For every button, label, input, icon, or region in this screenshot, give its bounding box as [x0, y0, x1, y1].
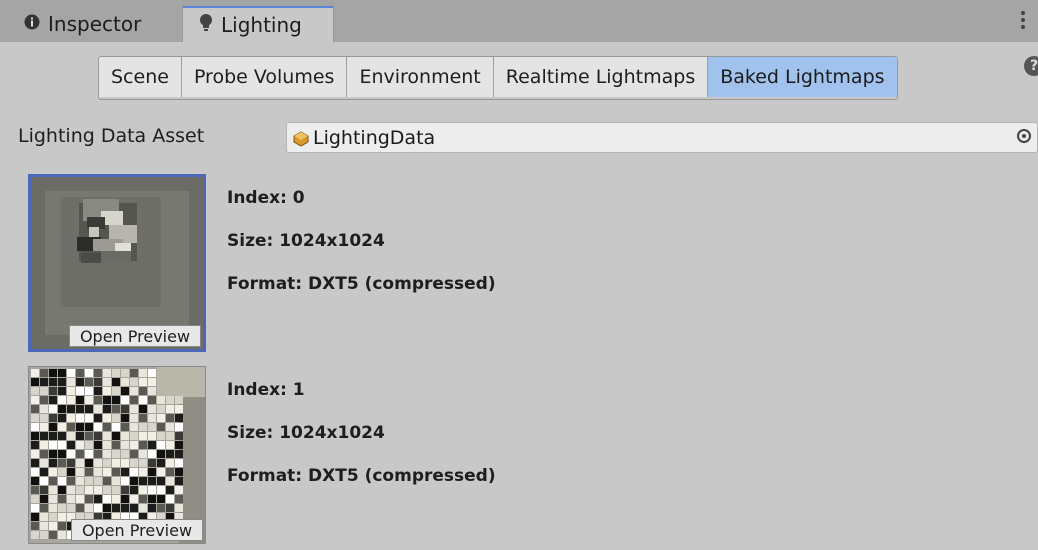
lightmap-thumbnail-0[interactable]: Open Preview [28, 174, 206, 352]
lighting-data-asset-value: LightingData [313, 126, 436, 149]
lightmap-image-1 [29, 367, 205, 543]
tab-lighting-label: Lighting [221, 13, 302, 37]
lightmap-size-1: Size: 1024x1024 [227, 423, 385, 443]
lightbulb-icon [199, 14, 213, 36]
lightmap-format-0: Format: DXT5 (compressed) [227, 274, 496, 294]
environment-button[interactable]: Environment [347, 57, 494, 97]
open-preview-button-1[interactable]: Open Preview [71, 519, 203, 541]
lighting-data-asset-field[interactable]: LightingData [286, 122, 1038, 153]
lightmap-image-0 [31, 177, 203, 349]
tab-lighting[interactable]: Lighting [182, 6, 334, 42]
tab-inspector-label: Inspector [48, 12, 142, 36]
lightmap-format-1: Format: DXT5 (compressed) [227, 466, 496, 486]
lightmap-thumbnail-1[interactable]: Open Preview [28, 366, 206, 544]
open-preview-button-0[interactable]: Open Preview [69, 325, 201, 347]
object-picker-icon[interactable] [1017, 129, 1031, 143]
lightmap-index-0: Index: 0 [227, 188, 305, 208]
window-tab-bar: Inspector Lighting [0, 0, 1038, 42]
help-icon[interactable]: ? [1024, 56, 1038, 78]
probe-volumes-button[interactable]: Probe Volumes [181, 57, 348, 97]
tab-inspector[interactable]: Inspector [10, 6, 180, 42]
scene-button[interactable]: Scene [99, 57, 182, 97]
lightmap-index-1: Index: 1 [227, 380, 305, 400]
lighting-mode-toolbar: Scene Probe Volumes Environment Realtime… [98, 56, 898, 100]
realtime-lightmaps-button[interactable]: Realtime Lightmaps [493, 57, 709, 97]
asset-icon [293, 130, 309, 147]
more-menu-icon[interactable] [1020, 8, 1026, 32]
info-icon [24, 14, 40, 34]
lighting-data-asset-label: Lighting Data Asset [18, 125, 205, 147]
baked-lightmaps-button[interactable]: Baked Lightmaps [708, 57, 897, 97]
lightmap-size-0: Size: 1024x1024 [227, 231, 385, 251]
